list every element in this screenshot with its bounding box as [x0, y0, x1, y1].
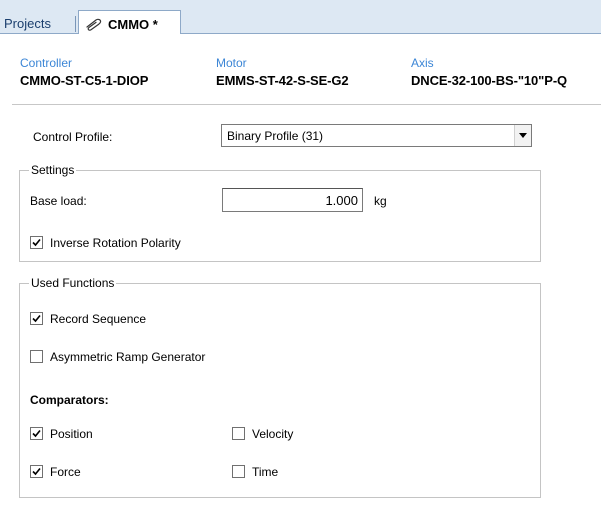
base-load-unit: kg: [374, 194, 387, 208]
asymmetric-ramp-checkbox[interactable]: [30, 350, 43, 363]
checkmark-icon: [32, 238, 41, 247]
checkmark-icon: [32, 314, 41, 323]
controller-caption: Controller: [20, 56, 73, 70]
checkmark-icon: [32, 467, 41, 476]
asymmetric-ramp-label[interactable]: Asymmetric Ramp Generator: [50, 350, 205, 364]
control-profile-label: Control Profile:: [33, 130, 113, 144]
controller-info: Controller CMMO-ST-C5-1-DIOP: [20, 56, 148, 88]
chevron-down-icon: [519, 133, 527, 138]
base-load-value: 1.000: [325, 193, 358, 208]
base-load-label: Base load:: [30, 194, 87, 208]
tab-strip: Projects CMMO *: [0, 0, 601, 34]
control-profile-value: Binary Profile (31): [227, 129, 324, 143]
inverse-rotation-checkbox[interactable]: [30, 236, 43, 249]
header-divider: [12, 104, 601, 105]
used-functions-group-title: Used Functions: [29, 276, 117, 290]
comparator-force-label[interactable]: Force: [50, 465, 81, 479]
tab-cmmo-label: CMMO *: [108, 16, 158, 32]
tab-projects-label: Projects: [4, 16, 51, 31]
axis-value: DNCE-32-100-BS-"10"P-Q: [411, 73, 568, 88]
comparator-time-checkbox[interactable]: [232, 465, 245, 478]
comparator-velocity-checkbox[interactable]: [232, 427, 245, 440]
control-profile-dropdown-button[interactable]: [514, 125, 531, 146]
comparators-heading: Comparators:: [30, 393, 109, 407]
inverse-rotation-label[interactable]: Inverse Rotation Polarity: [50, 236, 181, 250]
base-load-input[interactable]: 1.000: [222, 188, 363, 212]
tab-cmmo[interactable]: CMMO *: [78, 10, 181, 34]
tab-projects[interactable]: Projects: [3, 14, 76, 34]
control-profile-select[interactable]: Binary Profile (31): [221, 124, 532, 147]
comparator-position-checkbox[interactable]: [30, 427, 43, 440]
comparator-time-label[interactable]: Time: [252, 465, 278, 479]
record-sequence-label[interactable]: Record Sequence: [50, 312, 146, 326]
motor-value: EMMS-ST-42-S-SE-G2: [216, 73, 349, 88]
comparator-force-checkbox[interactable]: [30, 465, 43, 478]
motor-caption: Motor: [216, 56, 247, 70]
paperclip-icon: [86, 18, 102, 31]
axis-info: Axis DNCE-32-100-BS-"10"P-Q: [411, 56, 567, 88]
motor-info: Motor EMMS-ST-42-S-SE-G2: [216, 56, 349, 88]
axis-caption: Axis: [411, 56, 434, 70]
comparator-velocity-label[interactable]: Velocity: [252, 427, 293, 441]
record-sequence-checkbox[interactable]: [30, 312, 43, 325]
checkmark-icon: [32, 429, 41, 438]
comparator-position-label[interactable]: Position: [50, 427, 93, 441]
controller-value: CMMO-ST-C5-1-DIOP: [20, 73, 149, 88]
settings-group-title: Settings: [29, 163, 77, 177]
